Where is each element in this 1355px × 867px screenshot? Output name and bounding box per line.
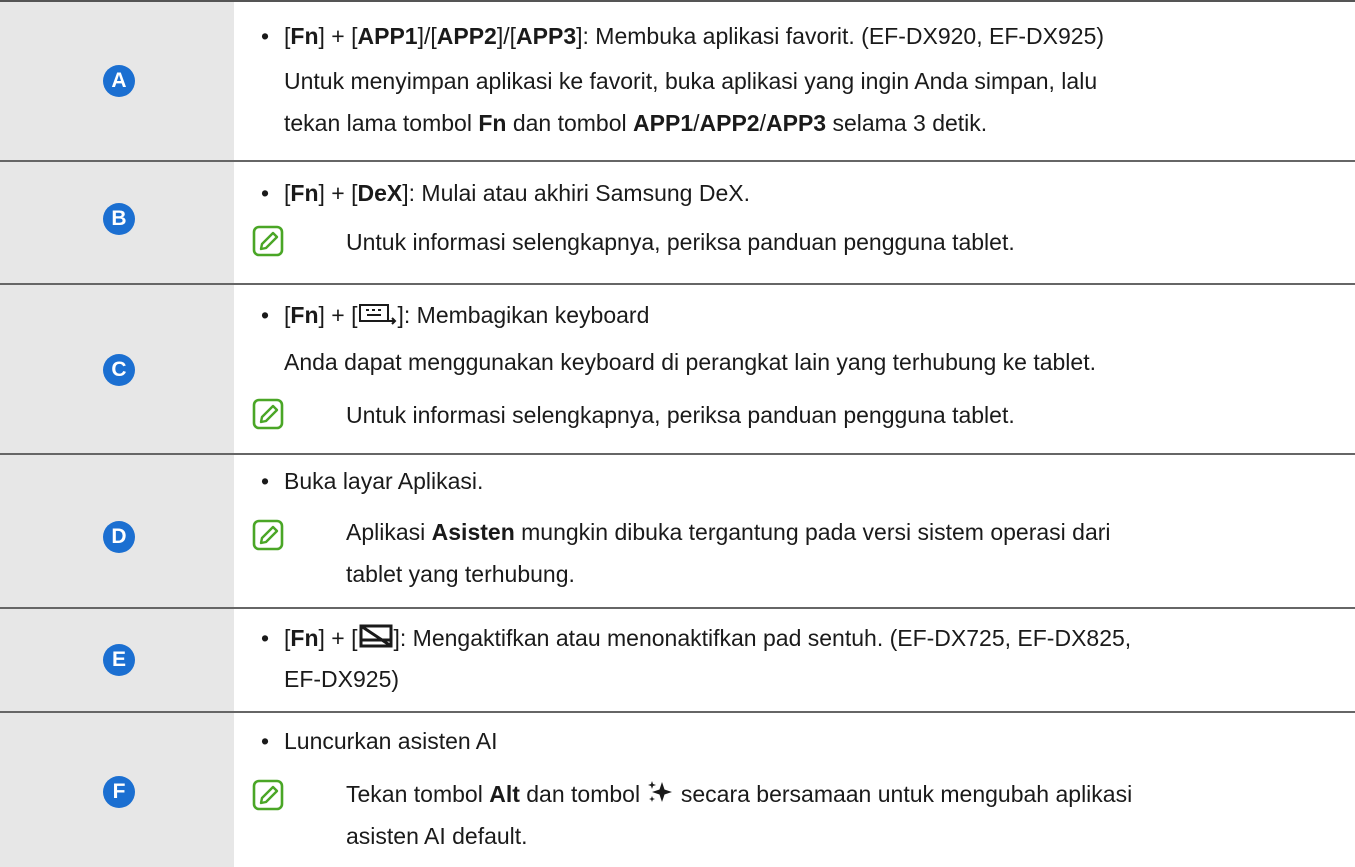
row-content: • Luncurkan asisten AI Tekan tombol Alt … xyxy=(234,713,1355,867)
shortcut-line: [Fn] + []: Mengaktifkan atau menonaktifk… xyxy=(284,624,1132,651)
note-icon xyxy=(252,225,284,257)
table-row-b: B • [Fn] + [DeX]: Mulai atau akhiri Sams… xyxy=(0,162,1355,285)
table-row-d: D • Buka layar Aplikasi. Aplikasi Asiste… xyxy=(0,455,1355,609)
badge-f: F xyxy=(103,776,135,808)
note-icon xyxy=(252,779,284,811)
row-content: • [Fn] + [APP1]/[APP2]/[APP3]: Membuka a… xyxy=(234,2,1355,160)
shortcut-line: [Fn] + [APP1]/[APP2]/[APP3]: Membuka apl… xyxy=(284,23,1105,49)
row-content: • [Fn] + []: Membagikan keyboard Anda da… xyxy=(234,285,1355,453)
row-label-cell: B xyxy=(0,162,234,283)
description-line: Untuk menyimpan aplikasi ke favorit, buk… xyxy=(284,68,1098,94)
row-content: • [Fn] + []: Mengaktifkan atau menonakti… xyxy=(234,609,1355,711)
bullet: • xyxy=(261,625,270,651)
shortcut-line: Buka layar Aplikasi. xyxy=(284,468,484,494)
note-text: asisten AI default. xyxy=(346,823,528,849)
table-row-e: E • [Fn] + []: Mengaktifkan atau menonak… xyxy=(0,609,1355,713)
bullet: • xyxy=(261,302,270,328)
description-line: Anda dapat menggunakan keyboard di peran… xyxy=(284,349,1096,375)
badge-b: B xyxy=(103,203,135,235)
row-label-cell: D xyxy=(0,455,234,607)
row-label-cell: E xyxy=(0,609,234,711)
bullet: • xyxy=(261,468,270,494)
note-text: Untuk informasi selengkapnya, periksa pa… xyxy=(346,402,1015,428)
shortcut-table: A • [Fn] + [APP1]/[APP2]/[APP3]: Membuka… xyxy=(0,0,1355,867)
bullet: • xyxy=(261,728,270,754)
table-row-f: F • Luncurkan asisten AI Tekan tombol Al… xyxy=(0,713,1355,867)
note-icon xyxy=(252,398,284,430)
note-text: Aplikasi Asisten mungkin dibuka tergantu… xyxy=(346,519,1111,545)
badge-e: E xyxy=(103,644,135,676)
keyboard-share-icon xyxy=(358,304,396,325)
ai-sparkle-icon xyxy=(648,781,673,802)
bullet: • xyxy=(261,23,270,49)
table-row-a: A • [Fn] + [APP1]/[APP2]/[APP3]: Membuka… xyxy=(0,2,1355,162)
note-text: Tekan tombol Alt dan tombol secara bersa… xyxy=(346,781,1133,807)
description-line: tekan lama tombol Fn dan tombol APP1/APP… xyxy=(284,110,988,136)
bullet: • xyxy=(261,180,270,206)
note-text: tablet yang terhubung. xyxy=(346,561,575,587)
note-text: Untuk informasi selengkapnya, periksa pa… xyxy=(346,229,1015,255)
row-label-cell: C xyxy=(0,285,234,453)
touchpad-off-icon xyxy=(359,624,392,648)
badge-c: C xyxy=(103,354,135,386)
row-content: • Buka layar Aplikasi. Aplikasi Asisten … xyxy=(234,455,1355,607)
badge-a: A xyxy=(103,65,135,97)
shortcut-line: [Fn] + []: Membagikan keyboard xyxy=(284,302,650,328)
row-label-cell: A xyxy=(0,2,234,160)
shortcut-line: [Fn] + [DeX]: Mulai atau akhiri Samsung … xyxy=(284,180,750,206)
table-row-c: C • [Fn] + []: Membagikan keyboard Anda … xyxy=(0,285,1355,455)
row-content: • [Fn] + [DeX]: Mulai atau akhiri Samsun… xyxy=(234,162,1355,283)
note-icon xyxy=(252,519,284,551)
badge-d: D xyxy=(103,521,135,553)
shortcut-line: Luncurkan asisten AI xyxy=(284,728,498,754)
description-line: EF-DX925) xyxy=(284,666,400,692)
row-label-cell: F xyxy=(0,713,234,867)
